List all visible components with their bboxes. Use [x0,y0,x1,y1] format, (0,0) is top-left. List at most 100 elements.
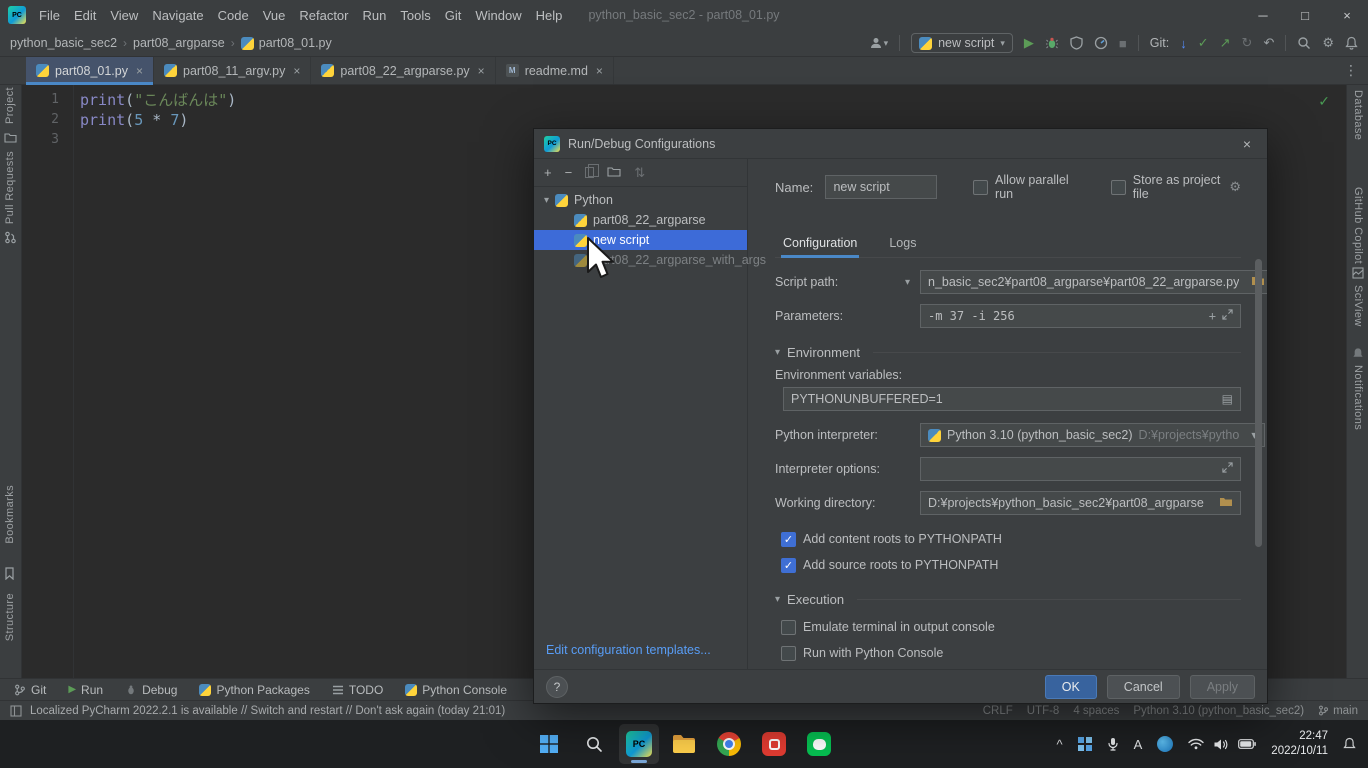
run-configuration-select[interactable]: new script ▾ [911,33,1013,53]
status-message[interactable]: Localized PyCharm 2022.2.1 is available … [30,705,505,717]
notifications-bell-icon[interactable] [1345,36,1358,50]
close-button[interactable]: × [1326,0,1368,30]
close-icon[interactable]: × [478,64,485,78]
interpreter-widget[interactable]: Python 3.10 (python_basic_sec2) [1133,705,1304,717]
sidebar-item-sciview[interactable]: SciView [1352,285,1364,327]
stop-button[interactable]: ■ [1119,36,1127,51]
toolwindow-run[interactable]: ▶ Run [68,683,103,697]
breadcrumb-file[interactable]: part08_01.py [241,36,332,50]
execution-section-header[interactable]: ▾ Execution [775,589,1241,609]
sidebar-item-structure[interactable]: Structure [4,593,16,641]
line-separator-widget[interactable]: CRLF [983,705,1013,717]
taskbar-red-app-button[interactable] [754,724,794,764]
user-account-icon[interactable]: ▾ [869,36,889,50]
dialog-title-bar[interactable]: PC Run/Debug Configurations × [534,129,1267,159]
run-button[interactable]: ▶ [1024,35,1034,51]
sidebar-item-notifications[interactable]: Notifications [1352,365,1364,430]
minimize-button[interactable]: ─ [1242,0,1284,30]
toolwindow-python-packages[interactable]: Python Packages [199,683,309,697]
encoding-widget[interactable]: UTF-8 [1027,705,1060,717]
taskbar-green-app-button[interactable] [799,724,839,764]
microphone-icon[interactable] [1107,737,1119,752]
edit-configuration-templates-link[interactable]: Edit configuration templates... [546,643,711,657]
tree-node-part08-22-argparse-with-args[interactable]: part08_22_argparse_with_args [534,250,747,270]
menu-window[interactable]: Window [468,4,528,27]
taskbar-explorer-button[interactable] [664,724,704,764]
menu-code[interactable]: Code [211,4,256,27]
git-push-icon[interactable]: ↗ [1220,35,1231,51]
more-tabs-icon[interactable]: ⋮ [1344,62,1358,79]
move-to-folder-icon[interactable] [607,165,621,180]
interpreter-options-input[interactable] [920,457,1241,481]
sidebar-item-bookmarks[interactable]: Bookmarks [4,485,16,544]
git-update-icon[interactable]: ↓ [1180,36,1187,51]
toolwindow-git[interactable]: Git [14,683,46,697]
tray-chevron-up-icon[interactable]: ^ [1057,737,1063,752]
dialog-scrollbar[interactable] [1255,259,1262,547]
taskbar-pycharm-button[interactable]: PC [619,724,659,764]
taskbar-clock[interactable]: 22:47 2022/10/11 [1271,729,1328,759]
emulate-terminal-checkbox[interactable]: Emulate terminal in output console [781,617,1241,637]
tool-window-switcher-icon[interactable] [10,705,22,717]
tray-blue-app-icon[interactable] [1157,736,1173,752]
maximize-button[interactable]: □ [1284,0,1326,30]
debug-button[interactable] [1045,36,1059,50]
close-icon[interactable]: × [136,64,143,78]
close-icon[interactable]: × [596,64,603,78]
tab-readme[interactable]: readme.md × [496,57,614,84]
parameters-input[interactable]: -m 37 -i 256 + [920,304,1241,328]
menu-git[interactable]: Git [438,4,469,27]
tab-configuration[interactable]: Configuration [781,229,859,257]
menu-navigate[interactable]: Navigate [145,4,210,27]
name-input[interactable]: new script [825,175,937,199]
toolwindow-python-console[interactable]: Python Console [405,683,507,697]
add-configuration-icon[interactable]: + [544,165,552,180]
store-options-gear-icon[interactable]: ⚙ [1229,179,1241,195]
menu-refactor[interactable]: Refactor [292,4,355,27]
add-source-roots-checkbox[interactable]: Add source roots to PYTHONPATH [781,555,1241,575]
sidebar-item-github-copilot[interactable]: GitHub Copilot [1352,187,1364,264]
sidebar-item-project[interactable]: Project [4,87,16,124]
ok-button[interactable]: OK [1045,675,1097,699]
profiler-button[interactable] [1094,36,1108,50]
edit-variables-icon[interactable]: ▤ [1222,392,1233,406]
sidebar-item-pull-requests[interactable]: Pull Requests [4,151,16,224]
sidebar-item-database[interactable]: Database [1352,90,1364,140]
help-button[interactable]: ? [546,676,568,698]
tab-part08-01[interactable]: part08_01.py × [26,57,154,84]
coverage-button[interactable] [1070,36,1083,50]
cancel-button[interactable]: Cancel [1107,675,1180,699]
menu-help[interactable]: Help [529,4,570,27]
inspections-ok-icon[interactable]: ✓ [1318,93,1330,110]
sort-configurations-icon[interactable]: ⇅ [634,165,645,181]
taskbar-chrome-button[interactable] [709,724,749,764]
menu-view[interactable]: View [103,4,145,27]
environment-section-header[interactable]: ▾ Environment [775,342,1241,362]
refresh-icon[interactable]: ↻ [1242,35,1253,51]
indent-widget[interactable]: 4 spaces [1073,705,1119,717]
tab-logs[interactable]: Logs [887,229,918,257]
run-with-python-console-checkbox[interactable]: Run with Python Console [781,643,1241,663]
script-path-input[interactable]: n_basic_sec2¥part08_argparse¥part08_22_a… [920,270,1267,294]
browse-folder-icon[interactable] [1219,496,1233,510]
tab-part08-22-argparse[interactable]: part08_22_argparse.py × [311,57,495,84]
menu-file[interactable]: File [32,4,67,27]
environment-variables-input[interactable]: PYTHONUNBUFFERED=1 ▤ [783,387,1241,411]
dialog-close-icon[interactable]: × [1237,136,1257,152]
tree-node-python[interactable]: ▾ Python [534,190,747,210]
macros-plus-icon[interactable]: + [1209,309,1216,323]
menu-edit[interactable]: Edit [67,4,103,27]
start-button[interactable] [529,724,569,764]
apply-button[interactable]: Apply [1190,675,1255,699]
tree-node-part08-22-argparse[interactable]: part08_22_argparse [534,210,747,230]
toolwindow-todo[interactable]: TODO [332,683,383,697]
working-directory-input[interactable]: D:¥projects¥python_basic_sec2¥part08_arg… [920,491,1241,515]
tab-part08-11-argv[interactable]: part08_11_argv.py × [154,57,311,84]
breadcrumb-folder[interactable]: part08_argparse [133,36,225,50]
add-content-roots-checkbox[interactable]: Add content roots to PYTHONPATH [781,529,1241,549]
menu-tools[interactable]: Tools [393,4,437,27]
expand-field-icon[interactable] [1222,309,1233,323]
tree-node-new-script[interactable]: new script [534,230,747,250]
rollback-icon[interactable]: ↶ [1263,35,1274,51]
code-area[interactable]: print("こんばんは") print(5 * 7) [74,85,236,678]
